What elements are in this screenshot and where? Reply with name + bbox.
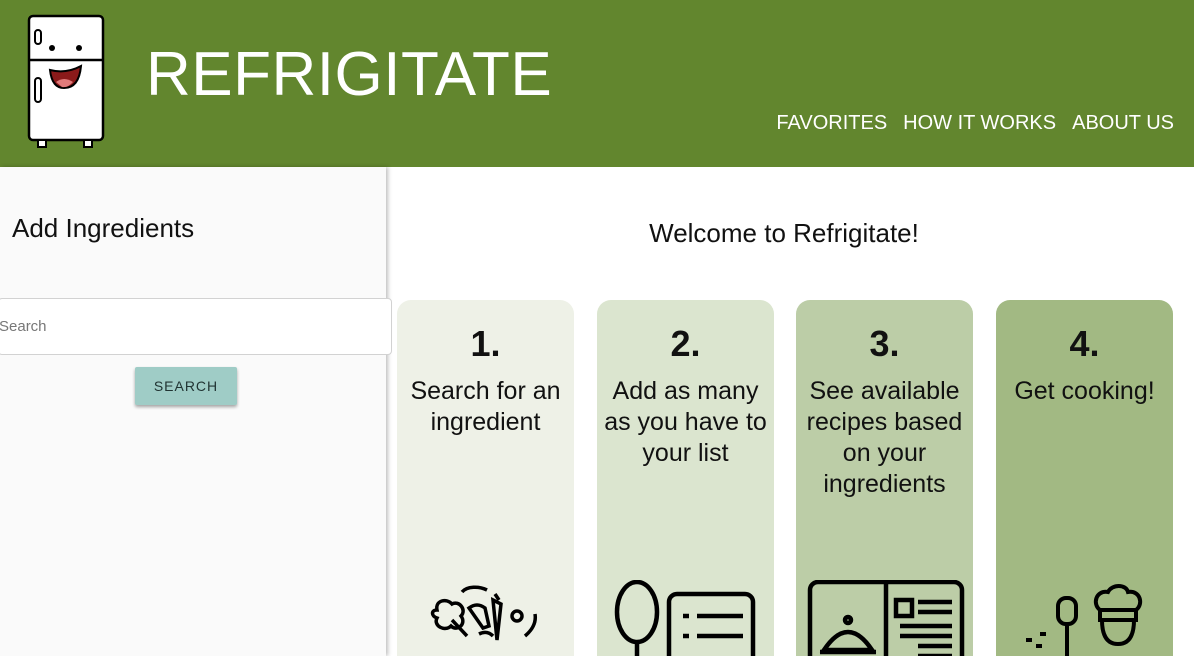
step-text: Add as many as you have to your list: [604, 377, 767, 467]
brand-title: REFRIGITATE: [146, 40, 553, 109]
welcome-heading: Welcome to Refrigitate!: [649, 218, 919, 248]
sidebar-title: Add Ingredients: [12, 213, 195, 243]
nav-favorites[interactable]: FAVORITES: [776, 113, 887, 133]
step-text: See available recipes based on your ingr…: [806, 377, 963, 498]
spoon-list-icon: [614, 580, 756, 656]
step-card-3: 3. See available recipes based on your i…: [796, 300, 973, 656]
step-text: Search for an ingredient: [410, 377, 561, 436]
search-input[interactable]: [0, 298, 392, 355]
step-number: 1.: [470, 323, 501, 364]
main-nav: FAVORITES HOW IT WORKS ABOUT US: [776, 113, 1174, 133]
step-card-2: 2. Add as many as you have to your list: [597, 300, 774, 656]
search-button[interactable]: SEARCH: [135, 367, 237, 405]
step-number: 2.: [670, 323, 701, 364]
vegetables-icon: [430, 585, 538, 641]
nav-how-it-works[interactable]: HOW IT WORKS: [903, 113, 1056, 133]
step-number: 4.: [1069, 323, 1100, 364]
step-number: 3.: [869, 323, 900, 364]
step-card-1: 1. Search for an ingredient: [397, 300, 574, 656]
fridge-logo-icon[interactable]: [26, 14, 106, 150]
recipe-book-icon: [807, 580, 965, 656]
header: REFRIGITATE FAVORITES HOW IT WORKS ABOUT…: [0, 0, 1194, 167]
chef-icon: [1026, 584, 1143, 656]
nav-about-us[interactable]: ABOUT US: [1072, 113, 1174, 133]
step-text: Get cooking!: [1014, 377, 1155, 405]
ingredients-sidebar: Add Ingredients SEARCH: [0, 167, 392, 656]
step-card-4: 4. Get cooking!: [996, 300, 1173, 656]
